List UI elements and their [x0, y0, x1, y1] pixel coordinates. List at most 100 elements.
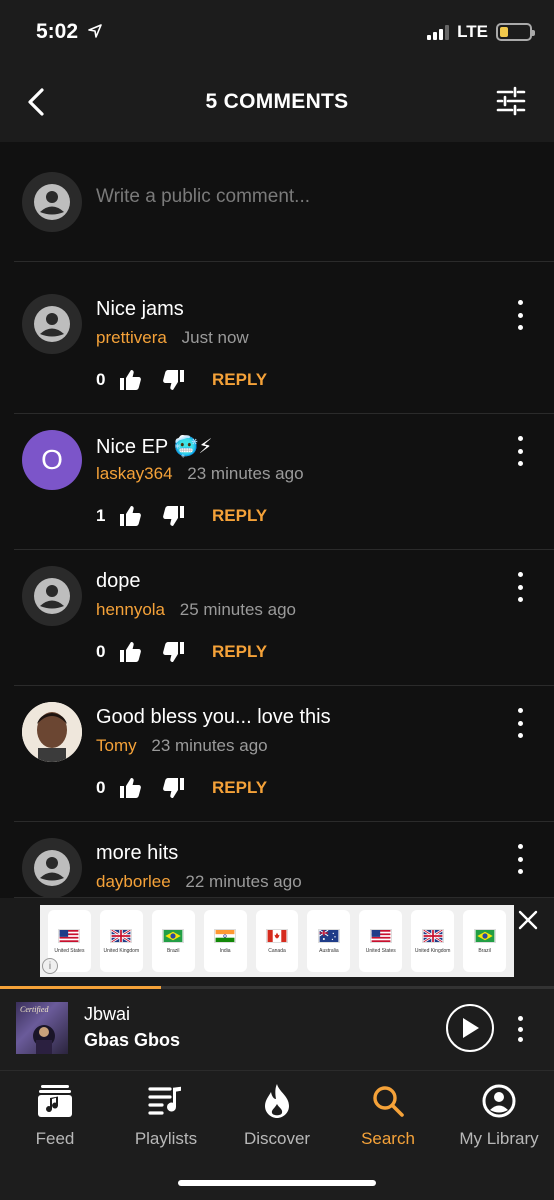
- filter-button[interactable]: [496, 86, 526, 121]
- ad-banner[interactable]: United States United Kingdom Brazil Indi…: [0, 898, 554, 986]
- india-flag-icon: [214, 928, 237, 943]
- thumbs-down-icon[interactable]: [162, 640, 186, 664]
- ad-flag-card[interactable]: United States: [359, 910, 403, 972]
- comment-username[interactable]: Tomy: [96, 736, 137, 755]
- reply-button[interactable]: REPLY: [212, 642, 267, 662]
- tab-label: Discover: [243, 1129, 311, 1148]
- comment-meta: hennyola 25 minutes ago: [96, 600, 296, 620]
- thumbs-down-icon[interactable]: [162, 504, 186, 528]
- thumbs-up-icon[interactable]: [118, 776, 142, 800]
- player-track: Gbas Gbos: [84, 1030, 181, 1050]
- commenter-avatar[interactable]: [22, 838, 82, 898]
- search-icon: [370, 1083, 406, 1119]
- ad-flag-card[interactable]: India: [203, 910, 247, 972]
- status-time: 5:02: [36, 20, 79, 43]
- sliders-icon: [496, 86, 526, 116]
- comment-more-button[interactable]: [510, 436, 530, 466]
- ad-flag-card[interactable]: Brazil: [463, 910, 507, 972]
- commenter-avatar[interactable]: [22, 566, 82, 626]
- australia-flag-icon: [317, 928, 340, 943]
- thumbs-up-icon[interactable]: [118, 368, 142, 392]
- comment-text: Good bless you... love this: [96, 706, 331, 728]
- comment-username[interactable]: dayborlee: [96, 872, 171, 891]
- ad-flag-card[interactable]: United Kingdom: [99, 910, 143, 972]
- play-icon: [463, 1018, 479, 1038]
- comment-actions: 1 REPLY: [96, 504, 267, 528]
- thumbs-up-icon[interactable]: [118, 504, 142, 528]
- commenter-avatar[interactable]: O: [22, 430, 82, 490]
- flag-country-name: Brazil: [478, 947, 491, 954]
- comment-time: 23 minutes ago: [187, 464, 304, 483]
- comment-more-button[interactable]: [510, 300, 530, 330]
- us-flag-icon: [369, 928, 392, 943]
- ad-close-button[interactable]: [516, 908, 540, 932]
- thumbs-up-icon[interactable]: [118, 640, 142, 664]
- tab-search[interactable]: Search: [333, 1083, 443, 1149]
- brazil-flag-icon: [162, 928, 185, 943]
- comment-time: 25 minutes ago: [179, 600, 296, 619]
- tab-label: Search: [361, 1129, 415, 1148]
- reply-button[interactable]: REPLY: [212, 778, 267, 798]
- user-icon: [34, 578, 70, 614]
- like-count: 0: [96, 778, 106, 797]
- mini-player[interactable]: Certified Jbwai Gbas Gbos: [0, 986, 554, 1070]
- comment-meta: laskay364 23 minutes ago: [96, 464, 304, 484]
- comment-text: Nice jams: [96, 298, 184, 320]
- ad-flag-card[interactable]: Australia: [307, 910, 351, 972]
- comment-meta: Tomy 23 minutes ago: [96, 736, 268, 756]
- comment-username[interactable]: prettivera: [96, 328, 167, 347]
- comment-username[interactable]: laskay364: [96, 464, 173, 483]
- player-artist: Jbwai: [84, 1004, 131, 1024]
- comment-item: Nice jams prettivera Just now 0 REPLY: [14, 278, 554, 414]
- flag-country-name: Canada: [268, 947, 286, 954]
- reply-button[interactable]: REPLY: [212, 506, 267, 526]
- tab-feed[interactable]: Feed: [0, 1083, 110, 1149]
- ad-flag-card[interactable]: Brazil: [151, 910, 195, 972]
- canada-flag-icon: [266, 928, 288, 943]
- user-icon: [34, 850, 70, 886]
- comment-username[interactable]: hennyola: [96, 600, 165, 619]
- player-more-button[interactable]: [510, 1016, 530, 1042]
- comment-item: dope hennyola 25 minutes ago 0 REPLY: [14, 550, 554, 686]
- tab-label: Feed: [35, 1129, 75, 1148]
- close-icon: [518, 910, 538, 930]
- network-label: LTE: [457, 22, 488, 41]
- ad-info-icon[interactable]: i: [42, 958, 58, 974]
- thumbs-down-icon[interactable]: [162, 776, 186, 800]
- comment-more-button[interactable]: [510, 708, 530, 738]
- user-icon: [34, 306, 70, 342]
- play-button[interactable]: [446, 1004, 494, 1052]
- flag-country-name: Australia: [319, 947, 339, 954]
- flame-icon: [259, 1083, 295, 1119]
- album-cover[interactable]: Certified: [16, 1002, 68, 1054]
- flag-country-name: United Kingdom: [103, 947, 140, 954]
- comment-input[interactable]: [96, 186, 526, 208]
- battery-icon: [496, 23, 535, 41]
- tab-my-library[interactable]: My Library: [444, 1083, 554, 1149]
- comment-item: O Nice EP 🥶⚡ laskay364 23 minutes ago 1 …: [14, 414, 554, 550]
- comment-text: more hits: [96, 842, 179, 864]
- ad-flag-card[interactable]: United Kingdom: [411, 910, 455, 972]
- comment-more-button[interactable]: [510, 572, 530, 602]
- tab-label: My Library: [459, 1129, 539, 1148]
- commenter-avatar[interactable]: [22, 294, 82, 354]
- reply-button[interactable]: REPLY: [212, 370, 267, 390]
- avatar-letter: O: [41, 444, 63, 475]
- tab-playlists[interactable]: Playlists: [111, 1083, 221, 1149]
- signal-icon: [427, 24, 450, 40]
- commenter-avatar[interactable]: [22, 702, 82, 762]
- tab-discover[interactable]: Discover: [222, 1083, 332, 1149]
- header: 5 COMMENTS: [0, 66, 554, 142]
- ad-content[interactable]: United States United Kingdom Brazil Indi…: [40, 905, 514, 977]
- thumbs-down-icon[interactable]: [162, 368, 186, 392]
- flag-country-name: United States: [365, 947, 396, 954]
- comment-more-button[interactable]: [510, 844, 530, 874]
- user-avatar: [22, 172, 82, 232]
- comment-actions: 0 REPLY: [96, 368, 267, 392]
- ad-flag-card[interactable]: Canada: [255, 910, 299, 972]
- playback-progress: [0, 986, 554, 989]
- flag-country-name: United States: [54, 947, 85, 954]
- uk-flag-icon: [110, 928, 133, 943]
- comment-time: 23 minutes ago: [151, 736, 268, 755]
- comment-composer: [14, 142, 554, 262]
